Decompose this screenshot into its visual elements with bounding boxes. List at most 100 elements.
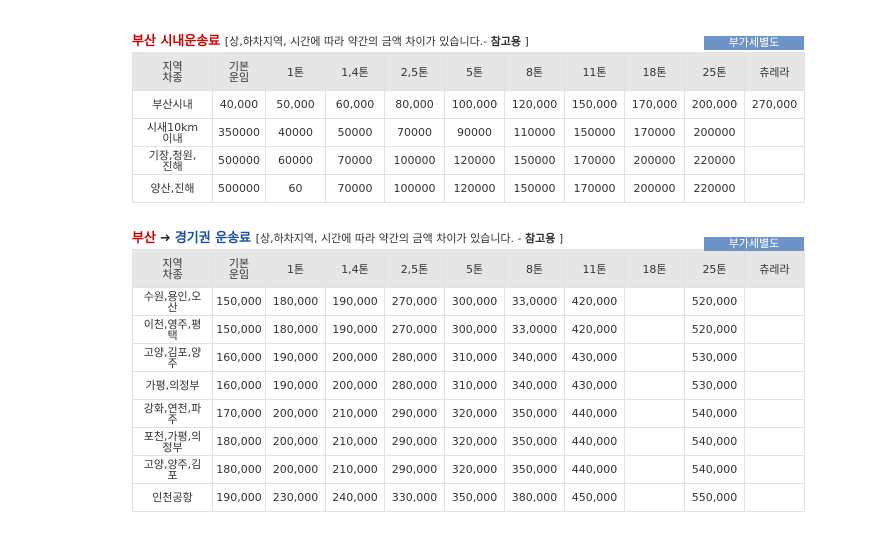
rate-cell: 150,000 bbox=[212, 287, 266, 316]
region-cell: 수원,용인,오 산 bbox=[132, 287, 213, 316]
rate-cell bbox=[744, 315, 805, 344]
section2-title-from: 부산 bbox=[132, 231, 156, 246]
rate-cell: 210,000 bbox=[325, 455, 385, 484]
table-row: 포천,가평,의 정부 180,000 200,000 210,000 290,000 320… bbox=[132, 427, 805, 456]
rate-cell: 210,000 bbox=[325, 427, 385, 456]
rate-cell: 280,000 bbox=[384, 371, 445, 400]
rate-cell bbox=[744, 427, 805, 456]
column-header: 1톤 bbox=[265, 249, 326, 288]
rate-cell: 120000 bbox=[444, 174, 505, 203]
column-header: 1,4톤 bbox=[325, 249, 385, 288]
rate-cell: 350,000 bbox=[504, 427, 565, 456]
rate-cell: 150,000 bbox=[212, 315, 266, 344]
rate-cell: 420,000 bbox=[564, 287, 625, 316]
rate-cell: 90000 bbox=[444, 118, 505, 147]
rate-cell: 520,000 bbox=[684, 315, 745, 344]
column-header: 1,4톤 bbox=[325, 52, 385, 91]
region-cell: 포천,가평,의 정부 bbox=[132, 427, 213, 456]
rate-cell bbox=[744, 399, 805, 428]
rate-cell: 200000 bbox=[624, 174, 685, 203]
table-header-row: 지역 차종 기본 운임 1톤 1,4톤 2,5톤 5톤 8톤 11톤 18톤 25톤 츄레라 bbox=[132, 249, 805, 288]
column-header: 8톤 bbox=[504, 249, 565, 288]
rate-cell: 430,000 bbox=[564, 343, 625, 372]
rate-cell: 330,000 bbox=[384, 483, 445, 512]
rate-cell bbox=[744, 455, 805, 484]
rate-cell: 150,000 bbox=[564, 90, 625, 119]
section2-note-prefix: [상,하차지역, 시간에 따라 약간의 금액 차이가 있습니다. - bbox=[255, 232, 526, 245]
region-cell: 고양,양주,김 포 bbox=[132, 455, 213, 484]
rate-cell: 270,000 bbox=[744, 90, 805, 119]
rate-cell: 40000 bbox=[265, 118, 326, 147]
rate-cell bbox=[624, 343, 685, 372]
rate-cell: 440,000 bbox=[564, 427, 625, 456]
region-cell: 가평,의정부 bbox=[132, 371, 213, 400]
rate-cell bbox=[744, 287, 805, 316]
section1-note-bold: 참고용 bbox=[490, 35, 522, 48]
rate-cell: 340,000 bbox=[504, 343, 565, 372]
rate-cell: 450,000 bbox=[564, 483, 625, 512]
section1-title: 부산 시내운송료 [상,하차지역, 시간에 따라 약간의 금액 차이가 있습니다… bbox=[132, 34, 529, 49]
rate-cell: 170000 bbox=[564, 146, 625, 175]
table-row: 부산시내 40,000 50,000 60,000 80,000 100,000 120,0… bbox=[132, 90, 805, 119]
rate-cell: 500000 bbox=[212, 174, 266, 203]
rate-cell: 280,000 bbox=[384, 343, 445, 372]
section1-note: [상,하차지역, 시간에 따라 약간의 금액 차이가 있습니다.- 참고용 ] bbox=[225, 35, 529, 48]
rate-cell: 540,000 bbox=[684, 427, 745, 456]
rate-cell bbox=[744, 483, 805, 512]
rate-cell: 100,000 bbox=[444, 90, 505, 119]
column-header: 츄레라 bbox=[744, 52, 805, 91]
rate-cell: 530,000 bbox=[684, 343, 745, 372]
rate-cell: 190,000 bbox=[265, 343, 326, 372]
rate-cell: 320,000 bbox=[444, 399, 505, 428]
table-row: 기장,청원, 진해 500000 60000 70000 100000 120000 1500… bbox=[132, 146, 805, 175]
rate-cell: 300,000 bbox=[444, 287, 505, 316]
arrow-right-icon: ➜ bbox=[159, 231, 171, 246]
rate-cell: 310,000 bbox=[444, 343, 505, 372]
rate-cell bbox=[624, 427, 685, 456]
rate-cell: 190,000 bbox=[325, 315, 385, 344]
table-row: 강화,연천,파 주 170,000 200,000 210,000 290,000 320,… bbox=[132, 399, 805, 428]
table-row: 고양,김포,양 주 160,000 190,000 200,000 280,000 310,… bbox=[132, 343, 805, 372]
rate-cell: 160,000 bbox=[212, 371, 266, 400]
rate-cell: 33,0000 bbox=[504, 287, 565, 316]
column-header: 츄레라 bbox=[744, 249, 805, 288]
rate-cell: 320,000 bbox=[444, 455, 505, 484]
section1-note-prefix: [상,하차지역, 시간에 따라 약간의 금액 차이가 있습니다.- bbox=[224, 35, 491, 48]
rate-cell: 200,000 bbox=[325, 343, 385, 372]
rate-cell: 100000 bbox=[384, 146, 445, 175]
rate-cell: 520,000 bbox=[684, 287, 745, 316]
rate-cell: 350,000 bbox=[504, 455, 565, 484]
rate-cell: 230,000 bbox=[265, 483, 326, 512]
column-header: 25톤 bbox=[684, 52, 745, 91]
section1-title-row: 부산 시내운송료 [상,하차지역, 시간에 따라 약간의 금액 차이가 있습니다… bbox=[132, 30, 804, 52]
section2-title: 부산 ➜ 경기권 운송료 [상,하차지역, 시간에 따라 약간의 금액 차이가 있습… bbox=[132, 231, 563, 246]
column-header: 18톤 bbox=[624, 52, 685, 91]
table-row: 가평,의정부 160,000 190,000 200,000 280,000 310,00… bbox=[132, 371, 805, 400]
rate-cell: 290,000 bbox=[384, 427, 445, 456]
rate-cell: 60,000 bbox=[325, 90, 385, 119]
column-header: 11톤 bbox=[564, 249, 625, 288]
rate-cell: 180,000 bbox=[212, 427, 266, 456]
rate-cell: 380,000 bbox=[504, 483, 565, 512]
rate-cell: 420,000 bbox=[564, 315, 625, 344]
column-header: 8톤 bbox=[504, 52, 565, 91]
rate-cell: 540,000 bbox=[684, 455, 745, 484]
section1-note-suffix: ] bbox=[521, 35, 529, 48]
column-header: 18톤 bbox=[624, 249, 685, 288]
rate-cell bbox=[624, 455, 685, 484]
rate-cell: 170,000 bbox=[624, 90, 685, 119]
rate-cell: 190,000 bbox=[325, 287, 385, 316]
column-header: 지역 차종 bbox=[132, 52, 213, 91]
rate-cell bbox=[744, 146, 805, 175]
rate-cell: 170000 bbox=[624, 118, 685, 147]
rate-cell: 320,000 bbox=[444, 427, 505, 456]
rate-cell: 200000 bbox=[624, 146, 685, 175]
column-header: 11톤 bbox=[564, 52, 625, 91]
rate-cell: 350,000 bbox=[444, 483, 505, 512]
table-row: 인천공항 190,000 230,000 240,000 330,000 350,000 3… bbox=[132, 483, 805, 512]
rate-cell: 340,000 bbox=[504, 371, 565, 400]
rate-cell: 220000 bbox=[684, 174, 745, 203]
section2-note-bold: 참고용 bbox=[525, 232, 556, 245]
section2-note-suffix: ] bbox=[555, 232, 564, 245]
rate-cell: 120000 bbox=[444, 146, 505, 175]
